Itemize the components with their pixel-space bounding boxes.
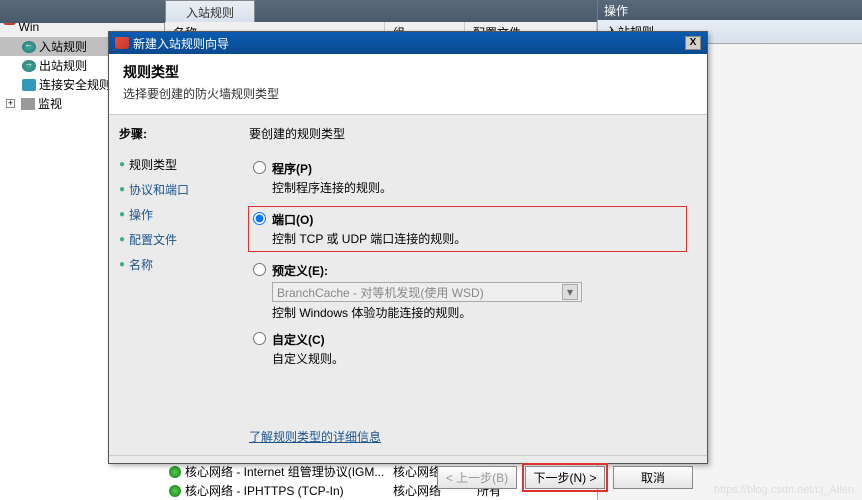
radio-predefined[interactable] (253, 263, 266, 276)
wizard-header-title: 规则类型 (123, 62, 693, 82)
step-label: 配置文件 (129, 231, 177, 248)
step-rule-type[interactable]: ●规则类型 (119, 152, 229, 177)
cancel-button[interactable]: 取消 (613, 466, 693, 489)
wizard-header-subtitle: 选择要创建的防火墙规则类型 (123, 85, 693, 102)
option-program: 程序(P) 控制程序连接的规则。 (249, 160, 687, 196)
next-button[interactable]: 下一步(N) > (525, 466, 605, 489)
opt-title: 预定义(E): (272, 262, 328, 279)
step-name[interactable]: ●名称 (119, 252, 229, 277)
step-label: 名称 (129, 256, 153, 273)
steps-panel: 步骤: ●规则类型 ●协议和端口 ●操作 ●配置文件 ●名称 (109, 115, 229, 455)
opt-title: 自定义(C) (272, 331, 325, 348)
shield-icon (115, 37, 129, 49)
wizard-dialog: 新建入站规则向导 X 规则类型 选择要创建的防火墙规则类型 步骤: ●规则类型 … (108, 31, 708, 464)
step-protocol[interactable]: ●协议和端口 (119, 177, 229, 202)
opt-desc: 控制 Windows 体验功能连接的规则。 (272, 304, 687, 321)
wizard-titlebar[interactable]: 新建入站规则向导 X (109, 32, 707, 54)
close-button[interactable]: X (685, 36, 701, 50)
predefined-dropdown[interactable]: BranchCache - 对等机发现(使用 WSD) (272, 282, 582, 302)
opt-desc: 控制 TCP 或 UDP 端口连接的规则。 (272, 230, 682, 247)
ops-title: 操作 (597, 0, 862, 20)
back-button[interactable]: < 上一步(B) (437, 466, 517, 489)
learn-more-link[interactable]: 了解规则类型的详细信息 (249, 428, 381, 445)
inbound-icon (22, 41, 36, 53)
step-action[interactable]: ●操作 (119, 202, 229, 227)
tree-label: 出站规则 (39, 57, 87, 74)
option-custom: 自定义(C) 自定义规则。 (249, 331, 687, 367)
option-predefined: 预定义(E): BranchCache - 对等机发现(使用 WSD) 控制 W… (249, 262, 687, 321)
radio-program[interactable] (253, 161, 266, 174)
steps-title: 步骤: (119, 125, 229, 142)
tree-label: 监视 (38, 95, 62, 112)
wizard-title: 新建入站规则向导 (133, 35, 229, 52)
expand-icon[interactable]: + (6, 99, 15, 108)
opt-desc: 自定义规则。 (272, 350, 687, 367)
step-label: 操作 (129, 206, 153, 223)
step-label: 规则类型 (129, 156, 177, 173)
content-prompt: 要创建的规则类型 (249, 125, 687, 142)
opt-title: 端口(O) (272, 211, 313, 228)
opt-desc: 控制程序连接的规则。 (272, 179, 687, 196)
tree-label: 入站规则 (39, 38, 87, 55)
center-tab[interactable]: 入站规则 (165, 0, 255, 23)
step-label: 协议和端口 (129, 181, 189, 198)
step-profile[interactable]: ●配置文件 (119, 227, 229, 252)
wizard-footer: < 上一步(B) 下一步(N) > 取消 (109, 455, 707, 499)
tree-label: 连接安全规则 (39, 76, 111, 93)
wizard-content: 要创建的规则类型 程序(P) 控制程序连接的规则。 端口(O) 控制 TCP 或… (229, 115, 707, 455)
connection-icon (22, 79, 36, 91)
wizard-header: 规则类型 选择要创建的防火墙规则类型 (109, 54, 707, 115)
outbound-icon (22, 60, 36, 72)
radio-port[interactable] (253, 212, 266, 225)
monitor-icon (21, 98, 35, 110)
opt-title: 程序(P) (272, 160, 312, 177)
radio-custom[interactable] (253, 332, 266, 345)
option-port: 端口(O) 控制 TCP 或 UDP 端口连接的规则。 (248, 206, 687, 252)
